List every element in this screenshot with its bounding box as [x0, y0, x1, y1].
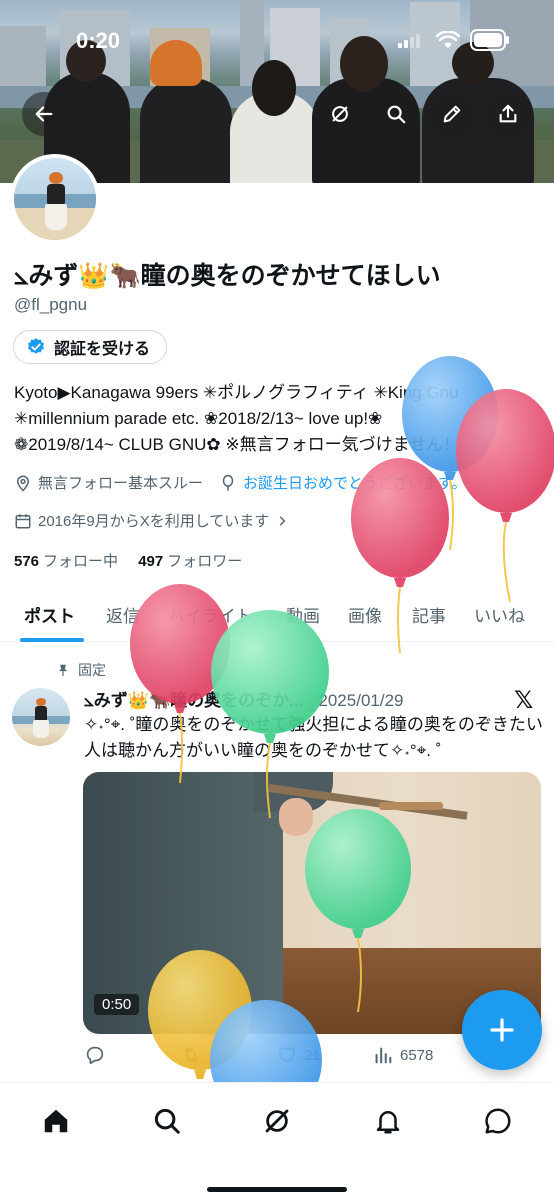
- video-hand: [279, 798, 313, 836]
- followers-label: フォロワー: [167, 553, 243, 570]
- compose-button[interactable]: [462, 990, 542, 1070]
- avatar-person-hat: [49, 172, 63, 184]
- arrow-left-icon: [35, 106, 53, 122]
- chevron-right-icon: [280, 515, 286, 526]
- tweet-author-avatar[interactable]: [12, 688, 70, 746]
- profile-display-name: ⦣みず👑🐂瞳の奥をのぞかせてほしい: [14, 262, 441, 290]
- nav-search[interactable]: [147, 1101, 187, 1141]
- pinned-indicator: 固定: [56, 660, 106, 680]
- profile-joined-row[interactable]: 2016年9月からXを利用しています: [14, 510, 289, 531]
- tab-images[interactable]: 画像: [348, 602, 382, 627]
- tweet-actions: 21 6578: [84, 1044, 464, 1072]
- views-button[interactable]: 6578: [372, 1044, 433, 1066]
- like-button[interactable]: 21: [276, 1044, 321, 1066]
- get-verified-label: 認証を受ける: [54, 341, 151, 358]
- get-verified-button[interactable]: 認証を受ける: [13, 330, 168, 364]
- profile-tabs: ポスト 返信 ハイライト 動画 画像 記事 いいね: [0, 590, 554, 642]
- view-count: 6578: [400, 1046, 434, 1064]
- tab-videos[interactable]: 動画: [286, 602, 320, 627]
- following-count: 576: [14, 553, 40, 570]
- profile-bio: Kyoto▶Kanagawa 99ers ✳︎ポルノグラフィティ ✳︎King …: [14, 380, 544, 458]
- calendar-icon: [15, 513, 31, 528]
- plus-icon: [490, 1018, 514, 1042]
- profile-avatar[interactable]: [10, 154, 100, 244]
- grok-icon: [332, 106, 348, 122]
- home-icon: [44, 1109, 68, 1133]
- message-icon: [485, 1108, 511, 1134]
- tweet-text[interactable]: ✧˖°⌖. ˚瞳の奥をのぞかせて強火担による瞳の奥をのぞきたい人は聴かん方がいい…: [84, 712, 544, 764]
- x-logo-icon: 𝕏: [514, 687, 534, 714]
- reply-icon: [86, 1046, 104, 1065]
- heart-icon: [278, 1047, 296, 1064]
- pencil-icon: [443, 105, 461, 123]
- repost-button[interactable]: [180, 1044, 202, 1066]
- verified-badge-icon: [28, 338, 44, 354]
- bio-line: ❁2019/8/14~ CLUB GNU✿ ※無言フォロー気づけません！: [14, 435, 461, 454]
- grok-icon: [265, 1109, 289, 1133]
- profile-handle: @fl_pgnu: [14, 295, 88, 314]
- nav-home[interactable]: [36, 1101, 76, 1141]
- video-wall-rack: [379, 802, 443, 810]
- reply-button[interactable]: [84, 1044, 106, 1066]
- following-label: フォロー中: [43, 553, 119, 570]
- wifi-icon: [436, 31, 460, 48]
- like-count: 21: [304, 1046, 321, 1064]
- back-button[interactable]: [22, 92, 66, 136]
- tweet-avatar-hat: [36, 698, 46, 706]
- location-pin-icon: [16, 475, 30, 492]
- avatar-person-body: [47, 184, 65, 206]
- search-button[interactable]: [374, 92, 418, 136]
- grok-button[interactable]: [318, 92, 362, 136]
- edit-button[interactable]: [430, 92, 474, 136]
- tweet-header: ⦣みず👑🐂瞳の奥をのぞか... · 2025/01/29: [84, 686, 504, 711]
- tab-replies[interactable]: 返信: [106, 602, 140, 627]
- search-icon: [387, 105, 406, 124]
- tweet-video[interactable]: [83, 772, 541, 1034]
- tab-posts[interactable]: ポスト: [24, 602, 75, 627]
- battery-icon: [470, 29, 509, 51]
- nav-notifications[interactable]: [368, 1101, 408, 1141]
- tweet-date: · 2025/01/29: [308, 691, 404, 710]
- nav-messages[interactable]: [478, 1101, 518, 1141]
- profile-location: 無言フォロー基本スルー: [38, 475, 204, 492]
- status-bar: 0:20: [0, 0, 554, 80]
- home-indicator: [207, 1187, 347, 1192]
- following-stat[interactable]: 576 フォロー中: [14, 553, 118, 570]
- tweet-author-name[interactable]: ⦣みず👑🐂瞳の奥をのぞか...: [84, 691, 303, 710]
- repost-icon: [183, 1047, 199, 1063]
- nav-grok[interactable]: [257, 1101, 297, 1141]
- tweet-avatar-skirt: [33, 720, 49, 738]
- tab-highlights[interactable]: ハイライト: [168, 602, 253, 627]
- balloon-icon: [222, 474, 234, 490]
- profile-meta-row: 無言フォロー基本スルー お誕生日おめでとうございます。: [14, 472, 467, 493]
- birthday-link[interactable]: お誕生日おめでとうございます。: [243, 472, 467, 493]
- share-button[interactable]: [486, 92, 530, 136]
- pin-icon: [58, 664, 68, 676]
- follow-stats: 576 フォロー中 497 フォロワー: [14, 550, 242, 571]
- pinned-label: 固定: [78, 662, 106, 678]
- views-icon: [375, 1047, 392, 1064]
- status-time: 0:20: [76, 28, 121, 53]
- share-icon: [499, 104, 517, 123]
- signal-icon: [398, 34, 420, 48]
- followers-stat[interactable]: 497 フォロワー: [138, 553, 242, 570]
- tab-articles[interactable]: 記事: [412, 602, 446, 627]
- bell-icon: [376, 1111, 400, 1134]
- active-tab-indicator: [20, 638, 84, 642]
- search-icon: [154, 1108, 180, 1134]
- followers-count: 497: [138, 553, 164, 570]
- tab-likes[interactable]: いいね: [474, 602, 525, 627]
- bottom-nav: [0, 1082, 554, 1200]
- profile-joined: 2016年9月からXを利用しています: [38, 513, 270, 530]
- bio-line: ✳︎millennium parade etc. ❀2018/2/13~ lov…: [14, 409, 383, 428]
- banner-person: [140, 78, 232, 183]
- avatar-person-skirt: [45, 204, 67, 230]
- bio-line: Kyoto▶Kanagawa 99ers ✳︎ポルノグラフィティ ✳︎King …: [14, 383, 459, 402]
- video-duration: 0:50: [94, 994, 140, 1015]
